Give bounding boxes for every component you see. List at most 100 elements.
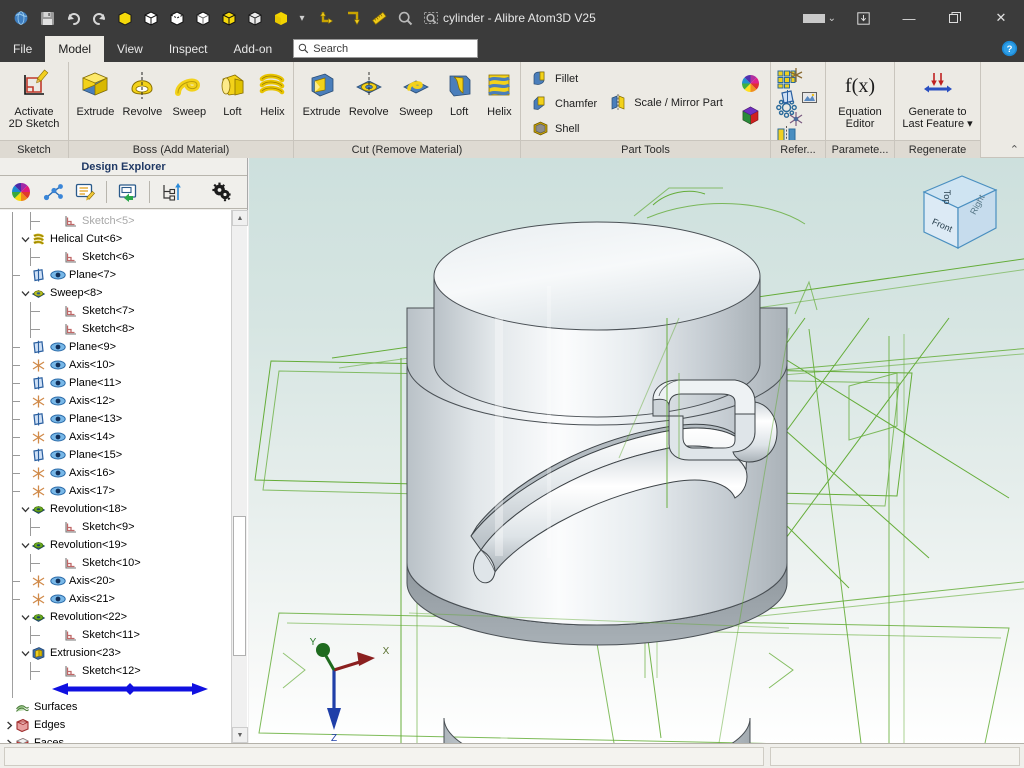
shell-button[interactable]: Shell	[527, 116, 602, 141]
tree-item[interactable]: Sweep<8>	[0, 284, 232, 302]
visibility-eye-icon[interactable]	[50, 432, 66, 442]
reference-point-button[interactable]	[785, 110, 811, 132]
material-button[interactable]	[738, 103, 764, 129]
tree-item[interactable]: Axis<12>	[0, 392, 232, 410]
redo-icon[interactable]	[86, 5, 112, 31]
export-view-button[interactable]	[113, 177, 143, 207]
visibility-eye-icon[interactable]	[50, 594, 66, 604]
boss-helix-button[interactable]: Helix	[252, 65, 293, 118]
color-properties-button[interactable]	[738, 71, 764, 97]
visibility-eye-icon[interactable]	[50, 378, 66, 388]
boss-loft-button[interactable]: Loft	[213, 65, 252, 118]
measure-icon[interactable]	[366, 5, 392, 31]
menu-addon[interactable]: Add-on	[221, 36, 286, 62]
display-more-chevron-icon[interactable]: ▾	[294, 5, 310, 31]
menu-model[interactable]: Model	[45, 36, 105, 62]
tree-item[interactable]: Sketch<6>	[0, 248, 232, 266]
tree-item[interactable]: Plane<11>	[0, 374, 232, 392]
notes-button[interactable]	[70, 177, 100, 207]
minimize-button[interactable]: —	[886, 0, 932, 36]
tree-item[interactable]: Sketch<5>	[0, 212, 232, 230]
visibility-eye-icon[interactable]	[50, 342, 66, 352]
tree-item[interactable]: Axis<16>	[0, 464, 232, 482]
tree-twisty-icon[interactable]	[20, 608, 31, 626]
3d-viewport[interactable]: Z X Y Top Front Right	[249, 158, 1024, 743]
help-button[interactable]: ?	[1001, 40, 1018, 60]
tree-item[interactable]: Sketch<9>	[0, 518, 232, 536]
relations-button[interactable]	[38, 177, 68, 207]
menu-file[interactable]: File	[0, 36, 45, 62]
cut-sweep-button[interactable]: Sweep	[392, 65, 439, 118]
generate-to-last-feature-button[interactable]: Generate to Last Feature ▾	[896, 65, 980, 130]
tree-twisty-icon[interactable]	[20, 536, 31, 554]
settings-button[interactable]	[207, 177, 237, 207]
reference-image-button[interactable]	[798, 88, 820, 110]
display-transparent-icon[interactable]	[242, 5, 268, 31]
app-globe-icon[interactable]	[8, 5, 34, 31]
tree-item[interactable]: Axis<21>	[0, 590, 232, 608]
tree-item[interactable]: Revolution<18>	[0, 500, 232, 518]
tree-item[interactable]: Axis<20>	[0, 572, 232, 590]
tree-item[interactable]: Plane<15>	[0, 446, 232, 464]
equation-editor-button[interactable]: f(x) Equation Editor	[827, 65, 893, 130]
color-palette-button[interactable]	[6, 177, 36, 207]
visibility-eye-icon[interactable]	[50, 270, 66, 280]
activate-2d-sketch-button[interactable]: Activate 2D Sketch	[1, 65, 67, 130]
tree-twisty-icon[interactable]	[4, 734, 15, 743]
tree-item[interactable]: Sketch<8>	[0, 320, 232, 338]
visibility-eye-icon[interactable]	[50, 396, 66, 406]
reference-axis-button[interactable]	[785, 66, 811, 88]
tree-item[interactable]: Sketch<12>	[0, 662, 232, 680]
tree-item[interactable]: Plane<13>	[0, 410, 232, 428]
tree-item[interactable]: Axis<14>	[0, 428, 232, 446]
corner-tool-icon[interactable]	[314, 5, 340, 31]
reference-plane-button[interactable]	[776, 88, 798, 110]
tree-item[interactable]: Plane<9>	[0, 338, 232, 356]
display-wireframe-icon[interactable]	[138, 5, 164, 31]
tree-item[interactable]: Revolution<19>	[0, 536, 232, 554]
display-shaded-icon[interactable]	[112, 5, 138, 31]
sort-tree-button[interactable]	[156, 177, 186, 207]
tree-twisty-icon[interactable]	[20, 230, 31, 248]
menu-view[interactable]: View	[104, 36, 156, 62]
zoom-icon[interactable]	[392, 5, 418, 31]
tree-item[interactable]: Edges	[0, 716, 232, 734]
cut-loft-button[interactable]: Loft	[439, 65, 478, 118]
tree-twisty-icon[interactable]	[20, 284, 31, 302]
cut-helix-button[interactable]: Helix	[479, 65, 520, 118]
visibility-eye-icon[interactable]	[50, 360, 66, 370]
scale-mirror-part-button[interactable]: Scale / Mirror Part	[606, 90, 728, 115]
scroll-down-button[interactable]: ▼	[232, 727, 248, 743]
menu-inspect[interactable]: Inspect	[156, 36, 221, 62]
tree-item[interactable]: Helical Cut<6>	[0, 230, 232, 248]
tree-item[interactable]: Sketch<7>	[0, 302, 232, 320]
display-hidden-line-icon[interactable]	[164, 5, 190, 31]
chamfer-button[interactable]: Chamfer	[527, 91, 602, 116]
boss-extrude-button[interactable]: Extrude	[72, 65, 119, 118]
tree-item[interactable]: Axis<10>	[0, 356, 232, 374]
search-input[interactable]: Search	[293, 39, 479, 58]
visibility-eye-icon[interactable]	[50, 576, 66, 586]
scroll-up-button[interactable]: ▲	[232, 210, 248, 226]
zoom-window-icon[interactable]	[418, 5, 444, 31]
cut-extrude-button[interactable]: Extrude	[298, 65, 345, 118]
fillet-button[interactable]: Fillet	[527, 66, 602, 91]
boss-sweep-button[interactable]: Sweep	[166, 65, 213, 118]
visibility-eye-icon[interactable]	[50, 450, 66, 460]
design-explorer-tree[interactable]: Sketch<5> Helical Cut<6> Sketch<6> Plane<7>…	[0, 210, 248, 743]
visibility-eye-icon[interactable]	[50, 468, 66, 478]
tree-item[interactable]: Surfaces	[0, 698, 232, 716]
corner-tool-2-icon[interactable]	[340, 5, 366, 31]
view-cube[interactable]: Top Front Right	[904, 166, 1012, 258]
maximize-restore-button[interactable]	[932, 0, 978, 36]
tree-item[interactable]: Revolution<22>	[0, 608, 232, 626]
tree-item[interactable]: Faces	[0, 734, 232, 743]
pin-ribbon-button[interactable]	[840, 0, 886, 36]
boss-revolve-button[interactable]: Revolve	[119, 65, 166, 118]
visibility-eye-icon[interactable]	[50, 486, 66, 496]
cut-revolve-button[interactable]: Revolve	[345, 65, 392, 118]
tree-item[interactable]: Extrusion<23>	[0, 644, 232, 662]
tree-item[interactable]: Plane<7>	[0, 266, 232, 284]
visibility-eye-icon[interactable]	[50, 414, 66, 424]
tree-item[interactable]: Axis<17>	[0, 482, 232, 500]
